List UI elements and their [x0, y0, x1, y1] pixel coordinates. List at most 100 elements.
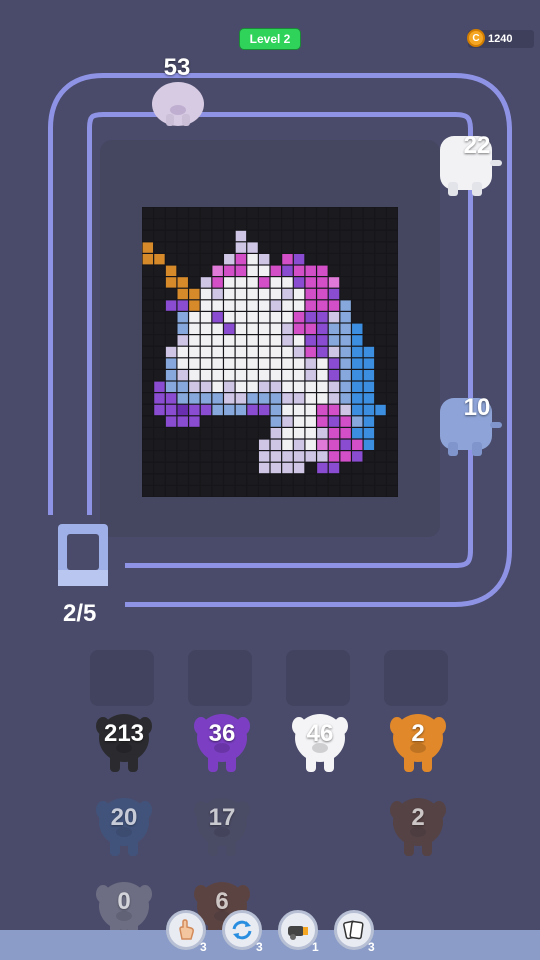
pixel-cell	[352, 462, 363, 474]
pixel-cell	[270, 416, 282, 427]
pixel-cell	[200, 358, 212, 369]
pixel-cell	[154, 474, 165, 485]
pixel-cell	[165, 474, 177, 485]
pixel-cell	[270, 323, 282, 334]
pixel-cell	[305, 404, 316, 416]
pixel-cell	[352, 404, 363, 416]
pixel-cell	[282, 277, 293, 288]
pixel-cell	[200, 207, 212, 218]
pixel-cell	[200, 462, 212, 474]
pixel-cell	[258, 323, 270, 334]
pixel-cell	[293, 312, 305, 323]
pixel-cell	[317, 323, 328, 334]
pixel-cell	[177, 277, 188, 288]
pixel-cell	[270, 288, 282, 300]
pixel-cell	[165, 254, 177, 265]
pixel-cell	[352, 358, 363, 369]
pixel-cell	[293, 439, 305, 450]
pixel-cell	[293, 230, 305, 242]
pixel-cell	[282, 486, 293, 497]
pixel-cell	[200, 486, 212, 497]
pixel-cell	[293, 207, 305, 218]
pixel-cell	[235, 474, 247, 485]
pixel-cell	[247, 370, 258, 381]
pixel-cell	[154, 439, 165, 450]
pixel-cell	[317, 312, 328, 323]
pixel-cell	[200, 300, 212, 311]
pixel-cell	[375, 254, 386, 265]
pixel-cell	[200, 451, 212, 462]
pixel-cell	[317, 300, 328, 311]
pixel-cell	[200, 288, 212, 300]
pixel-cell	[165, 381, 177, 392]
pixel-cell	[189, 254, 200, 265]
pixel-cell	[189, 486, 200, 497]
pixel-cell	[212, 428, 223, 439]
pixel-cell	[270, 462, 282, 474]
pixel-cell	[212, 219, 223, 230]
pixel-cell	[270, 300, 282, 311]
pixel-cell	[235, 312, 247, 323]
pixel-cell	[235, 207, 247, 218]
pixel-cell	[235, 335, 247, 346]
pixel-cell	[235, 346, 247, 358]
pixel-cell	[270, 428, 282, 439]
pixel-cell	[177, 312, 188, 323]
pixel-cell	[328, 370, 340, 381]
pixel-cell	[386, 230, 398, 242]
pixel-cell	[224, 416, 235, 427]
pixel-cell	[200, 346, 212, 358]
pixel-cell	[189, 381, 200, 392]
pixel-cell	[247, 346, 258, 358]
pixel-cell	[293, 323, 305, 334]
pixel-cell	[282, 346, 293, 358]
pixel-cell	[305, 358, 316, 369]
pixel-cell	[328, 207, 340, 218]
pixel-cell	[340, 335, 351, 346]
pixel-cell	[375, 312, 386, 323]
refresh-icon	[232, 920, 252, 940]
pixel-cell	[177, 416, 188, 427]
pixel-cell	[328, 404, 340, 416]
pixel-cell	[224, 265, 235, 276]
waiting-slot	[286, 650, 350, 706]
pixel-cell	[363, 486, 375, 497]
pixel-cell	[165, 416, 177, 427]
pixel-cell	[340, 486, 351, 497]
pixel-cell	[386, 242, 398, 253]
grid-pig-count: 2	[411, 804, 425, 831]
pixel-cell	[352, 439, 363, 450]
pixel-cell	[258, 346, 270, 358]
pixel-cell	[200, 439, 212, 450]
pixel-cell	[258, 254, 270, 265]
pixel-cell	[247, 451, 258, 462]
pixel-cell	[317, 404, 328, 416]
pixel-cell	[258, 288, 270, 300]
pixel-cell	[282, 230, 293, 242]
pixel-cell	[282, 242, 293, 253]
pixel-cell	[177, 439, 188, 450]
pixel-cell	[293, 428, 305, 439]
pixel-cell	[142, 265, 154, 276]
pixel-cell	[247, 242, 258, 253]
pixel-cell	[305, 230, 316, 242]
pixel-cell	[375, 416, 386, 427]
pixel-cell	[247, 335, 258, 346]
pixel-cell	[317, 346, 328, 358]
pixel-cell	[270, 451, 282, 462]
pixel-cell	[328, 242, 340, 253]
pixel-cell	[270, 265, 282, 276]
pixel-cell	[363, 242, 375, 253]
pixel-cell	[363, 219, 375, 230]
pixel-cell	[258, 404, 270, 416]
waiting-slot	[90, 650, 154, 706]
pixel-cell	[189, 219, 200, 230]
pixel-cell	[293, 219, 305, 230]
pixel-cell	[247, 393, 258, 404]
pixel-cell	[235, 288, 247, 300]
pixel-cell	[375, 219, 386, 230]
pixel-cell	[212, 300, 223, 311]
waiting-slot	[188, 650, 252, 706]
pixel-cell	[235, 381, 247, 392]
pixel-cell	[142, 323, 154, 334]
